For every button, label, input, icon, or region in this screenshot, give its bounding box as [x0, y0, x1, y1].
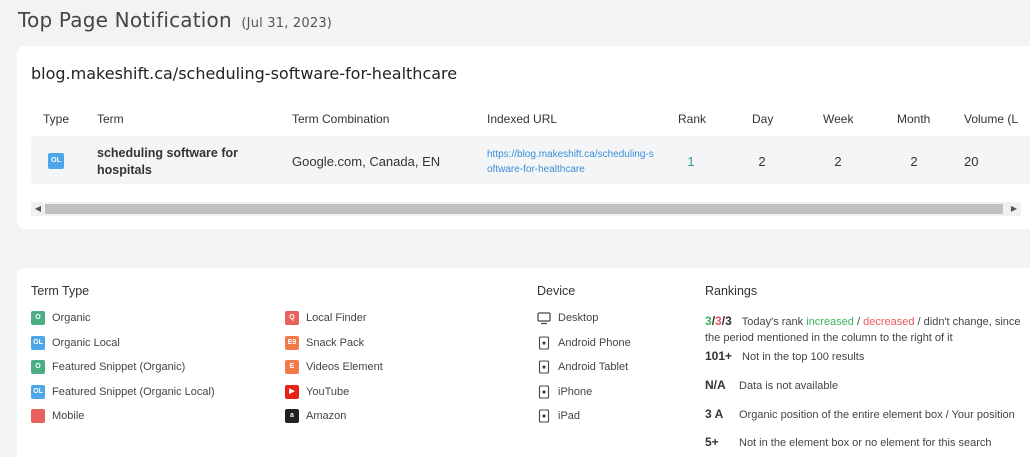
rank-down-value: 3	[715, 314, 722, 328]
device-label: iPhone	[558, 385, 593, 398]
decreased-text: decreased	[863, 316, 915, 328]
site-url-heading: blog.makeshift.ca/scheduling-software-fo…	[31, 64, 458, 83]
rank-change-legend: 3/3/3 Today's rank increased / decreased …	[705, 313, 1025, 346]
legend-item: OL Organic Local	[31, 335, 120, 351]
desktop-icon	[537, 312, 551, 325]
increased-text: increased	[806, 316, 854, 328]
legend-item: O Organic	[31, 310, 91, 326]
rank-same-value: 3	[725, 314, 732, 328]
legend-item: OL Featured Snippet (Organic Local)	[31, 384, 215, 400]
organic-icon: O	[31, 311, 45, 325]
indexed-url-link[interactable]: https://blog.makeshift.ca/scheduling-sof…	[487, 147, 657, 177]
ipad-icon	[538, 409, 550, 423]
scroll-left-icon[interactable]: ◀	[31, 203, 45, 215]
legend-card: Term Type O Organic OL Organic Local O Featur…	[17, 268, 1030, 457]
legend-item: E9 Snack Pack	[285, 335, 364, 351]
ranking-desc: Not in the top 100 results	[742, 351, 865, 363]
ranking-legend-row: 3 A Organic position of the entire elemen…	[705, 407, 1015, 421]
rank-cell: 1	[687, 154, 695, 169]
device-label: iPad	[558, 410, 581, 422]
col-type[interactable]: Type	[43, 112, 69, 126]
ranking-desc: Organic position of the entire element b…	[739, 409, 1015, 421]
page-title-text: Top Page Notification	[18, 8, 232, 32]
legend-label: Videos Element	[306, 361, 383, 373]
featured-snippet-icon: O	[31, 360, 45, 374]
mobile-icon	[31, 409, 45, 423]
iphone-icon	[538, 384, 550, 399]
col-month[interactable]: Month	[897, 112, 930, 126]
ranking-key: N/A	[705, 378, 726, 392]
ranking-legend-row: N/A Data is not available	[705, 378, 838, 392]
rankings-heading: Rankings	[705, 284, 758, 298]
ranking-desc: Not in the element box or no element for…	[739, 437, 992, 449]
device-label: Desktop	[558, 312, 599, 324]
rank-change-text: /	[853, 316, 864, 328]
term-combination-cell: Google.com, Canada, EN	[292, 154, 441, 169]
amazon-icon: a	[285, 409, 299, 423]
legend-item: Q Local Finder	[285, 310, 367, 326]
youtube-icon: ▶	[285, 384, 299, 399]
scroll-right-icon[interactable]: ▶	[1007, 203, 1021, 215]
ranking-legend-row: 101+ Not in the top 100 results	[705, 349, 864, 363]
organic-local-icon: OL	[48, 153, 64, 169]
rank-change-text: Today's rank	[741, 316, 807, 328]
col-rank[interactable]: Rank	[678, 112, 706, 126]
ranking-desc: Data is not available	[739, 380, 839, 392]
legend-label: Featured Snippet (Organic Local)	[52, 385, 215, 398]
horizontal-scrollbar[interactable]: ◀ ▶	[31, 202, 1021, 216]
col-indexed-url[interactable]: Indexed URL	[487, 112, 557, 126]
ranking-legend-row: 5+ Not in the element box or no element f…	[705, 435, 992, 449]
col-week[interactable]: Week	[823, 112, 853, 126]
term-type-heading: Term Type	[31, 284, 90, 298]
local-finder-icon: Q	[285, 311, 299, 325]
featured-snippet-local-icon: OL	[31, 384, 45, 399]
legend-item: ▶ YouTube	[285, 384, 349, 400]
legend-item: E Videos Element	[285, 359, 383, 375]
legend-item: a Amazon	[285, 408, 346, 424]
volume-cell: 20	[964, 154, 979, 169]
legend-label: Organic	[52, 312, 91, 324]
android-tablet-icon	[538, 360, 550, 374]
report-card: blog.makeshift.ca/scheduling-software-fo…	[17, 46, 1030, 229]
col-day[interactable]: Day	[752, 112, 773, 126]
snack-pack-icon: E9	[285, 335, 299, 350]
col-volume[interactable]: Volume (L	[964, 112, 1018, 126]
legend-label: Snack Pack	[306, 336, 365, 349]
device-heading: Device	[537, 284, 576, 298]
term-cell: scheduling software for hospitals	[97, 146, 238, 177]
rank-change-text: / didn't change, since	[914, 316, 1021, 328]
videos-element-icon: E	[285, 360, 299, 374]
legend-item: O Featured Snippet (Organic)	[31, 359, 185, 375]
device-label: Android Phone	[558, 336, 631, 349]
device-item: iPhone	[537, 384, 592, 400]
legend-label: Amazon	[306, 410, 347, 422]
legend-label: Organic Local	[52, 336, 120, 349]
col-term-combination[interactable]: Term Combination	[292, 112, 389, 126]
week-cell: 2	[834, 154, 842, 169]
ranking-key: 101+	[705, 349, 733, 363]
legend-label: YouTube	[306, 385, 350, 398]
scroll-thumb[interactable]	[45, 204, 1003, 214]
ranking-key: 5+	[705, 435, 719, 449]
device-item: iPad	[537, 408, 580, 424]
month-cell: 2	[910, 154, 918, 169]
col-term[interactable]: Term	[97, 112, 124, 126]
device-label: Android Tablet	[558, 361, 629, 373]
legend-item: Mobile	[31, 408, 84, 424]
legend-label: Mobile	[52, 410, 85, 422]
ranking-key: 3 A	[705, 407, 724, 421]
day-cell: 2	[758, 154, 766, 169]
rank-change-text-line2: the period mentioned in the column to th…	[705, 332, 953, 344]
legend-label: Local Finder	[306, 312, 367, 324]
android-phone-icon	[538, 335, 550, 350]
legend-label: Featured Snippet (Organic)	[52, 361, 186, 373]
page-title: Top Page Notification (Jul 31, 2023)	[18, 8, 332, 32]
device-item: Android Tablet	[537, 359, 628, 375]
device-item: Desktop	[537, 310, 598, 326]
device-item: Android Phone	[537, 335, 631, 351]
rank-up-value: 3	[705, 314, 712, 328]
organic-local-icon: OL	[31, 335, 45, 350]
page-date: (Jul 31, 2023)	[241, 16, 333, 31]
